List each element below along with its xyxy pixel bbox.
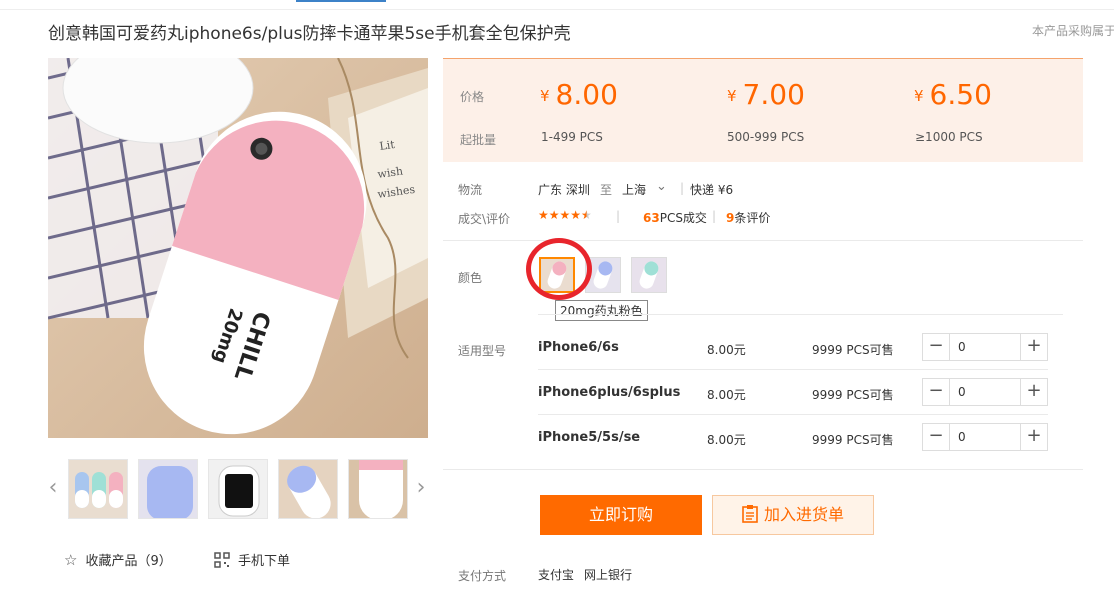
clipboard-icon [742, 496, 758, 534]
divider [443, 469, 1083, 470]
logistics-label: 物流 [458, 183, 483, 197]
quantity-stepper: − 0 + [922, 333, 1048, 361]
top-nav-bar [0, 0, 1114, 10]
mobile-order-link[interactable]: 手机下单 [214, 550, 290, 569]
star-outline-icon: ☆ [64, 550, 78, 569]
plus-icon[interactable]: + [1020, 334, 1047, 360]
thumbnail-5[interactable] [348, 459, 408, 519]
sold-count[interactable]: 63PCS成交 [643, 209, 707, 226]
models-label: 适用型号 [458, 344, 507, 358]
model-stock: 9999 PCS可售 [812, 388, 894, 402]
divider [443, 240, 1083, 241]
divider [538, 369, 1048, 370]
qr-code-icon [214, 551, 230, 569]
tier-price-3: ¥6.50 [914, 78, 992, 111]
chevron-right-icon[interactable]: › [414, 474, 428, 502]
payment-method-alipay: 支付宝 [538, 568, 575, 582]
quantity-input[interactable]: 0 [950, 334, 1020, 360]
tier-price-1: ¥8.00 [540, 78, 618, 111]
thumbnail-3[interactable] [208, 459, 268, 519]
ship-to-word: 至 [600, 183, 613, 197]
quantity-stepper: − 0 + [922, 378, 1048, 406]
tier-qty-3: ≥1000 PCS [915, 130, 983, 144]
review-count[interactable]: 9条评价 [726, 209, 770, 226]
payment-method-bank: 网上银行 [584, 568, 633, 582]
price-panel: 价格 起批量 ¥8.00 ¥7.00 ¥6.50 1-499 PCS 500-9… [443, 58, 1083, 162]
minus-icon[interactable]: − [923, 379, 950, 405]
express-fee: 快递 ¥6 [690, 183, 734, 197]
thumbnail-4[interactable] [278, 459, 338, 519]
model-name: iPhone6/6s [538, 340, 619, 355]
product-title: 创意韩国可爱药丸iphone6s/plus防摔卡通苹果5se手机套全包保护壳 [48, 24, 571, 44]
ship-from: 广东 深圳 [538, 183, 590, 197]
separator: | [712, 209, 717, 223]
highlight-circle-annotation [526, 238, 592, 300]
ship-to-select[interactable]: 上海 [622, 181, 646, 198]
add-to-cart-label: 加入进货单 [763, 505, 844, 524]
model-price: 8.00元 [707, 343, 746, 357]
moq-label: 起批量 [460, 133, 497, 147]
favorite-label: 收藏产品（9） [85, 554, 172, 569]
plus-icon[interactable]: + [1020, 379, 1047, 405]
divider [538, 414, 1048, 415]
model-price: 8.00元 [707, 388, 746, 402]
svg-text:Lit: Lit [379, 138, 396, 153]
color-label: 颜色 [458, 271, 483, 285]
mobile-order-label: 手机下单 [238, 554, 291, 569]
model-stock: 9999 PCS可售 [812, 433, 894, 447]
separator: | [680, 181, 685, 195]
tier-qty-2: 500-999 PCS [727, 130, 805, 144]
tier-price-2: ¥7.00 [727, 78, 805, 111]
favorite-product-link[interactable]: ☆ 收藏产品（9） [64, 550, 172, 570]
thumbnail-1[interactable] [68, 459, 128, 519]
buy-now-button[interactable]: 立即订购 [540, 495, 702, 535]
payment-label: 支付方式 [458, 569, 507, 583]
main-product-image[interactable]: Lit wish wishes CHILL 20mg [48, 58, 428, 438]
separator: | [616, 209, 621, 223]
price-label: 价格 [460, 90, 485, 104]
deals-label: 成交\评价 [458, 212, 511, 226]
color-tooltip: 20mg药丸粉色 [555, 300, 648, 321]
tier-qty-1: 1-499 PCS [541, 130, 603, 144]
minus-icon[interactable]: − [923, 424, 950, 450]
quantity-input[interactable]: 0 [950, 424, 1020, 450]
quantity-stepper: − 0 + [922, 423, 1048, 451]
chevron-left-icon[interactable]: ‹ [46, 474, 60, 502]
quantity-input[interactable]: 0 [950, 379, 1020, 405]
rating-stars-icon: ★★★★★ [538, 208, 592, 222]
product-page: 创意韩国可爱药丸iphone6s/plus防摔卡通苹果5se手机套全包保护壳 本… [0, 0, 1114, 590]
chevron-down-icon[interactable]: ⌄ [656, 179, 667, 194]
model-stock: 9999 PCS可售 [812, 343, 894, 357]
model-name: iPhone5/5s/se [538, 430, 641, 445]
model-name: iPhone6plus/6splus [538, 385, 681, 400]
model-price: 8.00元 [707, 433, 746, 447]
add-to-cart-button[interactable]: 加入进货单 [712, 495, 874, 535]
divider [538, 314, 1063, 315]
active-nav-tab-indicator [296, 0, 386, 2]
product-notice: 本产品采购属于 [1032, 24, 1114, 38]
thumbnail-2[interactable] [138, 459, 198, 519]
minus-icon[interactable]: − [923, 334, 950, 360]
plus-icon[interactable]: + [1020, 424, 1047, 450]
color-swatch-mint[interactable] [631, 257, 667, 293]
